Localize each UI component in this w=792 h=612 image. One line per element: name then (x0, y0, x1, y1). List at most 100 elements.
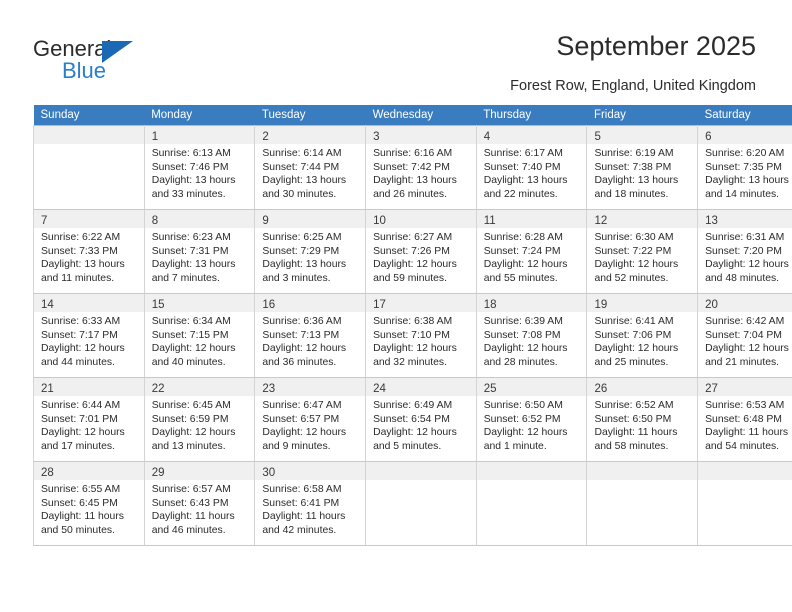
day-detail-line: Sunset: 7:42 PM (373, 161, 450, 173)
day-cell-details: Sunrise: 6:38 AM Sunset: 7:10 PM Daylight:… (366, 312, 476, 369)
day-number: 22 (151, 383, 165, 395)
day-number: 19 (594, 299, 608, 311)
weekday-header-tuesday: Tuesday (254, 105, 366, 126)
calendar-day-cell[interactable]: 29 Sunrise: 6:57 AM Sunset: 6:43 PM Dayligh… (143, 461, 256, 546)
day-detail-line: and 40 minutes. (151, 356, 226, 368)
day-detail-line: Sunrise: 6:49 AM (373, 400, 453, 411)
day-detail-line: Sunrise: 6:16 AM (373, 148, 453, 159)
day-detail-line: and 13 minutes. (151, 440, 226, 452)
day-detail-line: Sunset: 7:29 PM (262, 245, 340, 257)
day-detail-line: and 7 minutes. (151, 272, 220, 284)
calendar-day-cell[interactable]: 4 Sunrise: 6:17 AM Sunset: 7:40 PM Daylight… (475, 125, 588, 210)
day-cell-inner: 24 Sunrise: 6:49 AM Sunset: 6:54 PM Dayligh… (366, 378, 476, 461)
day-number-bar (34, 126, 144, 144)
day-detail-line: Daylight: 12 hours (594, 259, 679, 271)
calendar-day-cell[interactable]: 17 Sunrise: 6:38 AM Sunset: 7:10 PM Dayligh… (365, 293, 477, 378)
calendar-day-cell[interactable]: 13 Sunrise: 6:31 AM Sunset: 7:20 PM Dayligh… (697, 209, 792, 294)
day-detail-line: Sunset: 6:52 PM (483, 413, 561, 425)
calendar-empty-cell (475, 461, 588, 546)
day-cell-details: Sunrise: 6:17 AM Sunset: 7:40 PM Daylight:… (477, 144, 587, 201)
calendar-day-cell[interactable]: 22 Sunrise: 6:45 AM Sunset: 6:59 PM Dayligh… (143, 377, 256, 462)
calendar-week-row: 1 Sunrise: 6:13 AM Sunset: 7:46 PM Daylight… (33, 125, 792, 210)
calendar-day-cell[interactable]: 25 Sunrise: 6:50 AM Sunset: 6:52 PM Dayligh… (475, 377, 588, 462)
day-detail-line: Sunset: 7:13 PM (262, 329, 340, 341)
day-number: 1 (151, 131, 159, 143)
calendar-day-cell[interactable]: 21 Sunrise: 6:44 AM Sunset: 7:01 PM Dayligh… (33, 377, 145, 462)
calendar-day-cell[interactable]: 23 Sunrise: 6:47 AM Sunset: 6:57 PM Dayligh… (254, 377, 367, 462)
day-detail-line: Sunset: 7:31 PM (151, 245, 229, 257)
day-detail-line: and 46 minutes. (151, 524, 226, 536)
day-cell-details: Sunrise: 6:23 AM Sunset: 7:31 PM Daylight:… (145, 228, 255, 285)
calendar-day-cell[interactable]: 6 Sunrise: 6:20 AM Sunset: 7:35 PM Daylight… (697, 125, 792, 210)
calendar-day-cell[interactable]: 5 Sunrise: 6:19 AM Sunset: 7:38 PM Daylight… (586, 125, 699, 210)
brand-logo: General Blue (33, 36, 213, 86)
calendar-day-cell[interactable]: 24 Sunrise: 6:49 AM Sunset: 6:54 PM Dayligh… (365, 377, 477, 462)
day-detail-line: Sunrise: 6:47 AM (262, 400, 342, 411)
calendar-day-cell[interactable]: 9 Sunrise: 6:25 AM Sunset: 7:29 PM Daylight… (254, 209, 367, 294)
day-detail-line: and 3 minutes. (262, 272, 331, 284)
calendar-day-cell[interactable]: 28 Sunrise: 6:55 AM Sunset: 6:45 PM Dayligh… (33, 461, 145, 546)
calendar-day-cell[interactable]: 2 Sunrise: 6:14 AM Sunset: 7:44 PM Daylight… (254, 125, 367, 210)
day-detail-line: Sunrise: 6:22 AM (41, 232, 121, 243)
day-cell-details: Sunrise: 6:50 AM Sunset: 6:52 PM Daylight:… (477, 396, 587, 453)
day-detail-line: Daylight: 12 hours (373, 259, 457, 271)
calendar-day-cell[interactable]: 30 Sunrise: 6:58 AM Sunset: 6:41 PM Dayligh… (254, 461, 367, 546)
calendar-day-cell[interactable]: 10 Sunrise: 6:27 AM Sunset: 7:26 PM Dayligh… (365, 209, 477, 294)
calendar-day-cell[interactable]: 27 Sunrise: 6:53 AM Sunset: 6:48 PM Dayligh… (697, 377, 792, 462)
day-detail-line: and 30 minutes. (262, 188, 337, 200)
day-detail-line: and 58 minutes. (594, 440, 669, 452)
day-cell-inner: 8 Sunrise: 6:23 AM Sunset: 7:31 PM Daylight… (144, 210, 255, 293)
day-detail-line: Daylight: 13 hours (151, 175, 236, 187)
day-detail-line: Sunset: 7:46 PM (151, 161, 229, 173)
calendar-day-cell[interactable]: 11 Sunrise: 6:28 AM Sunset: 7:24 PM Dayligh… (475, 209, 588, 294)
day-detail-line: Daylight: 13 hours (373, 175, 457, 187)
day-number: 11 (483, 215, 496, 227)
day-cell-details: Sunrise: 6:30 AM Sunset: 7:22 PM Daylight:… (587, 228, 697, 285)
day-number: 27 (705, 383, 718, 395)
day-detail-line: Sunset: 7:44 PM (262, 161, 340, 173)
calendar-day-cell[interactable]: 12 Sunrise: 6:30 AM Sunset: 7:22 PM Dayligh… (586, 209, 699, 294)
day-cell-details: Sunrise: 6:33 AM Sunset: 7:17 PM Daylight:… (34, 312, 144, 369)
day-detail-line: Sunset: 7:38 PM (594, 161, 672, 173)
calendar-day-cell[interactable]: 20 Sunrise: 6:42 AM Sunset: 7:04 PM Dayligh… (697, 293, 792, 378)
day-detail-line: Sunset: 6:54 PM (373, 413, 450, 425)
day-cell-inner (476, 462, 587, 545)
day-detail-line: Daylight: 11 hours (594, 427, 678, 439)
day-detail-line: and 21 minutes. (705, 356, 780, 368)
calendar-day-cell[interactable]: 7 Sunrise: 6:22 AM Sunset: 7:33 PM Daylight… (33, 209, 145, 294)
day-cell-details: Sunrise: 6:20 AM Sunset: 7:35 PM Daylight:… (698, 144, 792, 201)
day-detail-line: Sunset: 6:48 PM (705, 413, 782, 425)
day-detail-line: and 11 minutes. (41, 272, 115, 284)
day-number: 8 (151, 215, 159, 227)
calendar-day-cell[interactable]: 3 Sunrise: 6:16 AM Sunset: 7:42 PM Daylight… (365, 125, 477, 210)
day-cell-inner: 18 Sunrise: 6:39 AM Sunset: 7:08 PM Dayligh… (476, 294, 587, 377)
day-cell-details (34, 144, 144, 147)
day-detail-line: and 55 minutes. (483, 272, 558, 284)
calendar-day-cell[interactable]: 16 Sunrise: 6:36 AM Sunset: 7:13 PM Dayligh… (254, 293, 367, 378)
day-cell-inner: 17 Sunrise: 6:38 AM Sunset: 7:10 PM Dayligh… (366, 294, 476, 377)
calendar-day-cell[interactable]: 18 Sunrise: 6:39 AM Sunset: 7:08 PM Dayligh… (475, 293, 588, 378)
calendar-day-cell[interactable]: 19 Sunrise: 6:41 AM Sunset: 7:06 PM Dayligh… (586, 293, 699, 378)
day-detail-line: Daylight: 13 hours (151, 259, 236, 271)
day-number-bar: 14 (34, 294, 144, 312)
calendar-grid: Sunday Monday Tuesday Wednesday Thursday… (33, 105, 792, 546)
day-detail-line: Sunset: 6:50 PM (594, 413, 672, 425)
calendar-day-cell[interactable]: 1 Sunrise: 6:13 AM Sunset: 7:46 PM Daylight… (143, 125, 256, 210)
day-number-bar: 16 (255, 294, 366, 312)
day-detail-line: Sunset: 6:43 PM (151, 497, 229, 509)
calendar-day-cell[interactable]: 15 Sunrise: 6:34 AM Sunset: 7:15 PM Dayligh… (143, 293, 256, 378)
day-cell-inner: 6 Sunrise: 6:20 AM Sunset: 7:35 PM Daylight… (698, 126, 792, 209)
day-number: 24 (373, 383, 386, 395)
day-number: 14 (41, 299, 54, 311)
day-number-bar: 10 (366, 210, 476, 228)
day-cell-inner: 16 Sunrise: 6:36 AM Sunset: 7:13 PM Dayligh… (255, 294, 366, 377)
calendar-day-cell[interactable]: 26 Sunrise: 6:52 AM Sunset: 6:50 PM Dayligh… (586, 377, 699, 462)
day-detail-line: and 9 minutes. (262, 440, 331, 452)
calendar-day-cell[interactable]: 8 Sunrise: 6:23 AM Sunset: 7:31 PM Daylight… (143, 209, 256, 294)
day-cell-details: Sunrise: 6:19 AM Sunset: 7:38 PM Daylight:… (587, 144, 697, 201)
day-detail-line: Daylight: 13 hours (483, 175, 568, 187)
day-number: 30 (262, 467, 276, 479)
calendar-day-cell[interactable]: 14 Sunrise: 6:33 AM Sunset: 7:17 PM Dayligh… (33, 293, 145, 378)
day-detail-line: and 52 minutes. (594, 272, 669, 284)
day-detail-line: Sunset: 7:24 PM (483, 245, 561, 257)
